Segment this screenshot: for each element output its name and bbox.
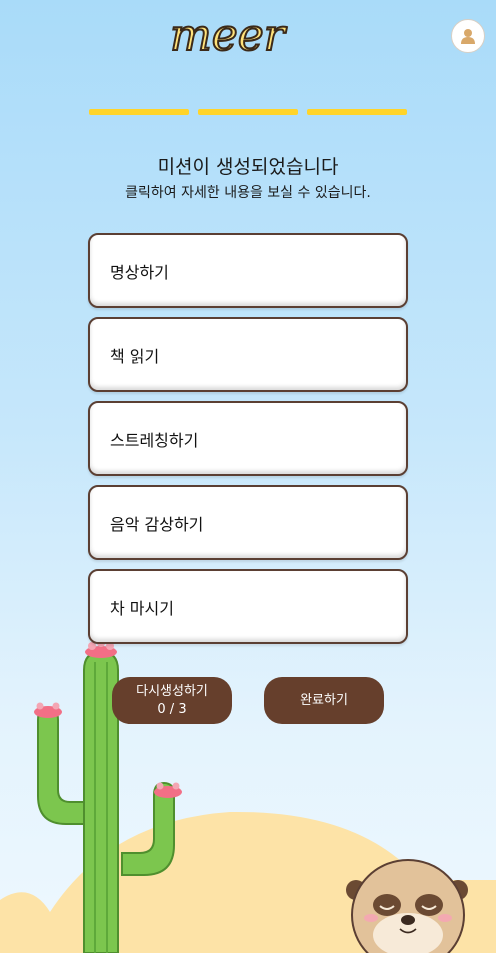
page-title: 미션이 생성되었습니다 [157, 156, 339, 178]
mission-item-reading[interactable]: 책 읽기 [88, 317, 408, 392]
mission-label: 음악 감상하기 [110, 514, 204, 534]
svg-text:meer: meer [170, 10, 288, 60]
page-subtitle: 클릭하여 자세한 내용을 보실 수 있습니다. [125, 185, 371, 201]
mission-item-meditation[interactable]: 명상하기 [88, 233, 408, 308]
mission-label: 책 읽기 [110, 346, 160, 366]
app-logo[interactable]: meer [166, 8, 296, 60]
user-icon [461, 29, 475, 44]
progress-step [89, 109, 189, 115]
mission-screen: meer 미션이 생성되었습니다 클릭하여 자세한 내용을 보실 수 있습니다.… [0, 0, 496, 953]
mission-item-stretching[interactable]: 스트레칭하기 [88, 401, 408, 476]
profile-button[interactable] [451, 19, 485, 53]
desert-background [0, 639, 496, 953]
complete-button[interactable]: 완료하기 [264, 677, 384, 724]
progress-step [198, 109, 298, 115]
complete-label: 완료하기 [300, 692, 348, 708]
regenerate-count: 0 / 3 [157, 701, 187, 717]
mission-item-music[interactable]: 음악 감상하기 [88, 485, 408, 560]
mission-label: 명상하기 [110, 262, 169, 282]
progress-step [307, 109, 407, 115]
progress-indicator [89, 109, 407, 115]
regenerate-button[interactable]: 다시생성하기 0 / 3 [112, 677, 232, 724]
mission-item-tea[interactable]: 차 마시기 [88, 569, 408, 644]
mission-label: 스트레칭하기 [110, 430, 199, 450]
regenerate-label: 다시생성하기 [136, 683, 208, 699]
mission-label: 차 마시기 [110, 598, 174, 618]
